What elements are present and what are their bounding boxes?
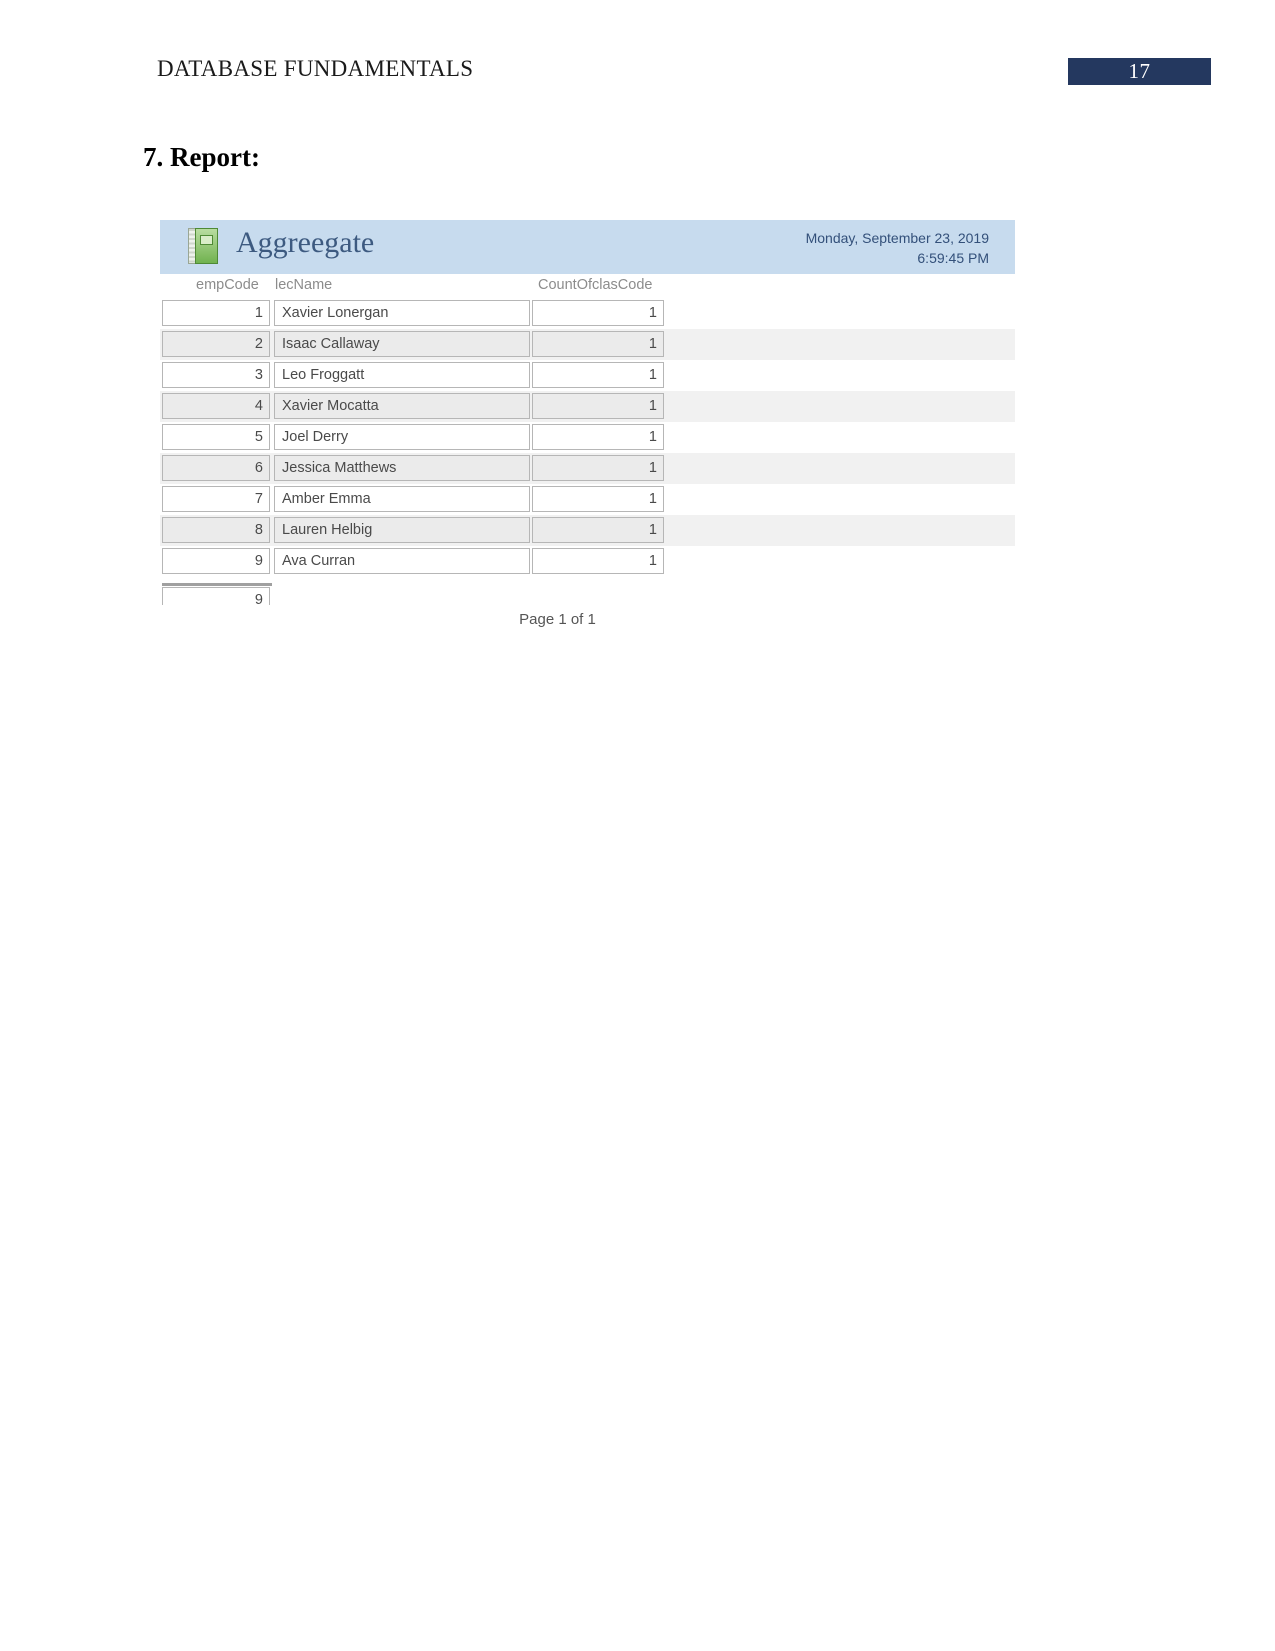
section-heading-report: 7. Report: [143,142,260,172]
cell-lecname: Lauren Helbig [274,517,530,543]
cell-countofclascode: 1 [532,486,664,512]
cell-countofclascode: 1 [532,455,664,481]
cell-empcode: 6 [162,455,270,481]
cell-empcode: 9 [162,548,270,574]
report-footer: Page 1 of 1 [160,611,1015,641]
cell-countofclascode: 1 [532,517,664,543]
document-header-title: DATABASE FUNDAMENTALS [157,56,474,81]
cell-countofclascode: 1 [532,424,664,450]
table-row: 5 Joel Derry 1 [160,422,1015,453]
cell-lecname: Joel Derry [274,424,530,450]
table-row: 7 Amber Emma 1 [160,484,1015,515]
table-row: 4 Xavier Mocatta 1 [160,391,1015,422]
cell-countofclascode: 1 [532,393,664,419]
report-title: Aggreegate [236,226,375,259]
column-header-empcode: empCode [196,277,259,293]
report-header-band: Aggreegate Monday, September 23, 2019 6:… [160,220,1015,274]
report-book-icon [188,228,218,264]
page-number-badge: 17 [1068,58,1211,85]
report-column-headers: empCode lecName CountOfclasCode [160,274,1015,298]
cell-countofclascode: 1 [532,331,664,357]
report-datetime: Monday, September 23, 2019 6:59:45 PM [806,228,989,268]
cell-countofclascode: 1 [532,548,664,574]
cell-empcode: 3 [162,362,270,388]
cell-countofclascode: 1 [532,300,664,326]
table-row: 1 Xavier Lonergan 1 [160,298,1015,329]
cell-lecname: Jessica Matthews [274,455,530,481]
report-time: 6:59:45 PM [917,250,989,266]
cell-empcode: 7 [162,486,270,512]
table-row: 8 Lauren Helbig 1 [160,515,1015,546]
grand-total-rule [162,583,272,586]
cell-empcode: 8 [162,517,270,543]
report-detail-rows: 1 Xavier Lonergan 1 2 Isaac Callaway 1 3 Leo Fr… [160,298,1015,577]
cell-lecname: Xavier Mocatta [274,393,530,419]
table-row: 9 Ava Curran 1 [160,546,1015,577]
column-header-lecname: lecName [275,277,333,293]
access-report: Aggreegate Monday, September 23, 2019 6:… [160,220,1015,641]
report-date: Monday, September 23, 2019 [805,230,989,246]
table-row: 2 Isaac Callaway 1 [160,329,1015,360]
table-row: 3 Leo Froggatt 1 [160,360,1015,391]
cell-lecname: Leo Froggatt [274,362,530,388]
report-grand-total: 9 [160,583,1015,605]
cell-empcode: 2 [162,331,270,357]
page-of-label: Page 1 of 1 [519,611,596,628]
cell-lecname: Amber Emma [274,486,530,512]
cell-countofclascode: 1 [532,362,664,388]
cell-lecname: Xavier Lonergan [274,300,530,326]
cell-lecname: Ava Curran [274,548,530,574]
table-row: 6 Jessica Matthews 1 [160,453,1015,484]
cell-empcode: 4 [162,393,270,419]
cell-lecname: Isaac Callaway [274,331,530,357]
grand-total-value: 9 [162,587,270,605]
document-header: DATABASE FUNDAMENTALS 17 [0,0,1275,110]
cell-empcode: 5 [162,424,270,450]
cell-empcode: 1 [162,300,270,326]
column-header-countofclascode: CountOfclasCode [538,277,653,293]
